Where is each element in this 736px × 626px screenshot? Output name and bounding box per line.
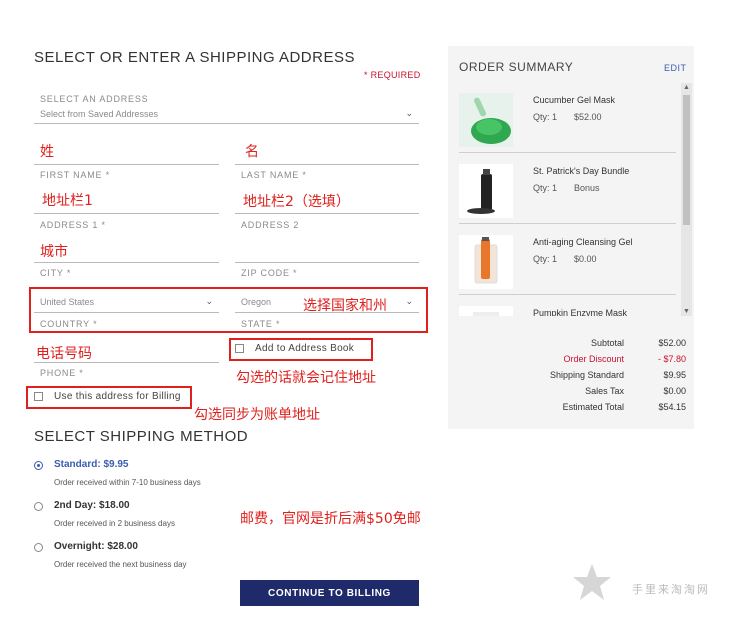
total-value: $52.00 bbox=[658, 338, 686, 348]
shipping-option-name: Overnight: $28.00 bbox=[54, 541, 138, 552]
product-image bbox=[459, 93, 513, 147]
annotation-country-state: 选择国家和州 bbox=[303, 298, 387, 314]
watermark-text: 手里来淘淘网 bbox=[632, 583, 710, 596]
country-select[interactable]: United States ⌄ COUNTRY * bbox=[34, 292, 219, 332]
edit-link[interactable]: EDIT bbox=[664, 63, 687, 73]
annotation-phone: 电话号码 bbox=[36, 346, 92, 362]
order-summary-panel: ORDER SUMMARY EDIT Cucumber Gel Mask Qty… bbox=[448, 46, 694, 429]
shipping-option-2nd-day[interactable]: 2nd Day: $18.00 Order received in 2 busi… bbox=[34, 499, 254, 529]
radio-button[interactable] bbox=[34, 502, 43, 511]
total-label: Sales Tax bbox=[585, 386, 624, 396]
order-summary-title: ORDER SUMMARY bbox=[459, 60, 574, 74]
scrollbar-thumb[interactable] bbox=[683, 95, 690, 225]
phone-label: PHONE * bbox=[40, 368, 84, 378]
last-name-field[interactable]: 名 LAST NAME * bbox=[235, 135, 419, 185]
first-name-field[interactable]: 姓 FIRST NAME * bbox=[34, 135, 219, 185]
city-label: CITY * bbox=[40, 268, 72, 278]
item-name: St. Patrick's Day Bundle bbox=[533, 166, 630, 176]
address1-label: ADDRESS 1 * bbox=[40, 220, 106, 230]
add-to-address-book-checkbox[interactable]: Add to Address Book bbox=[235, 342, 370, 358]
phone-field[interactable]: 电话号码 PHONE * bbox=[34, 340, 219, 384]
annotation-surname: 姓 bbox=[40, 144, 54, 160]
item-price: $52.00 bbox=[574, 112, 602, 122]
address2-field[interactable]: 地址栏2（选填） ADDRESS 2 bbox=[235, 185, 419, 235]
total-value: $0.00 bbox=[663, 386, 686, 396]
shipping-option-desc: Order received the next business day bbox=[54, 560, 187, 569]
shipping-option-desc: Order received within 7-10 business days bbox=[54, 478, 201, 487]
product-image bbox=[459, 306, 513, 316]
shipping-option-name: 2nd Day: $18.00 bbox=[54, 500, 130, 511]
radio-button[interactable] bbox=[34, 543, 43, 552]
annotation-address2: 地址栏2（选填） bbox=[243, 194, 350, 210]
total-label: Shipping Standard bbox=[549, 370, 624, 380]
add-to-book-label: Add to Address Book bbox=[255, 343, 355, 354]
first-name-label: FIRST NAME * bbox=[40, 170, 110, 180]
last-name-label: LAST NAME * bbox=[241, 170, 307, 180]
zip-code-field[interactable]: ZIP CODE * bbox=[235, 235, 419, 283]
shipping-method-title: SELECT SHIPPING METHOD bbox=[34, 428, 249, 445]
required-note: * REQUIRED bbox=[364, 70, 421, 80]
order-items-list[interactable]: Cucumber Gel Mask Qty: 1 $52.00 St. Patr… bbox=[448, 83, 694, 316]
watermark-star-icon bbox=[572, 562, 612, 602]
annotation-remember: 勾选的话就会记住地址 bbox=[236, 370, 376, 386]
address1-field[interactable]: 地址栏1 ADDRESS 1 * bbox=[34, 185, 219, 235]
item-price: Bonus bbox=[574, 183, 600, 193]
total-label: Order Discount bbox=[563, 354, 624, 364]
product-image bbox=[459, 164, 513, 218]
radio-button[interactable] bbox=[34, 461, 43, 470]
country-value: United States bbox=[40, 297, 95, 307]
annotation-billing-sync: 勾选同步为账单地址 bbox=[194, 407, 320, 423]
item-price: $0.00 bbox=[574, 254, 597, 264]
chevron-down-icon: ⌄ bbox=[205, 296, 213, 306]
item-qty: Qty: 1 bbox=[533, 112, 558, 122]
annotation-shipping-fee: 邮费，官网是折后满$50免邮 bbox=[240, 511, 421, 527]
checkbox-box[interactable] bbox=[235, 344, 244, 353]
state-label: STATE * bbox=[241, 319, 281, 329]
address2-label: ADDRESS 2 bbox=[241, 220, 300, 230]
chevron-down-icon: ⌄ bbox=[405, 108, 413, 118]
list-item: St. Patrick's Day Bundle Qty: 1 Bonus bbox=[448, 154, 676, 224]
total-value: $9.95 bbox=[663, 370, 686, 380]
order-totals: Subtotal $52.00 Order Discount - $7.80 S… bbox=[528, 338, 686, 418]
checkbox-box[interactable] bbox=[34, 392, 43, 401]
saved-address-label: SELECT AN ADDRESS bbox=[40, 94, 149, 104]
country-label: COUNTRY * bbox=[40, 319, 98, 329]
list-item: Cucumber Gel Mask Qty: 1 $52.00 bbox=[448, 83, 676, 153]
total-value: - $7.80 bbox=[657, 354, 686, 364]
city-field[interactable]: 城市 CITY * bbox=[34, 235, 219, 283]
shipping-option-desc: Order received in 2 business days bbox=[54, 519, 175, 528]
shipping-option-name: Standard: $9.95 bbox=[54, 459, 129, 470]
annotation-address1: 地址栏1 bbox=[42, 193, 93, 209]
item-name: Anti-aging Cleansing Gel bbox=[533, 237, 633, 247]
saved-address-select[interactable]: SELECT AN ADDRESS Select from Saved Addr… bbox=[34, 94, 419, 124]
scroll-down-icon[interactable]: ▼ bbox=[683, 308, 690, 315]
shipping-address-title: SELECT OR ENTER A SHIPPING ADDRESS bbox=[34, 49, 355, 66]
continue-to-billing-button[interactable]: CONTINUE TO BILLING bbox=[240, 580, 419, 606]
total-label: Subtotal bbox=[590, 338, 624, 348]
scroll-up-icon[interactable]: ▲ bbox=[683, 84, 690, 91]
zip-code-label: ZIP CODE * bbox=[241, 268, 298, 278]
use-for-billing-label: Use this address for Billing bbox=[54, 391, 181, 402]
item-qty: Qty: 1 bbox=[533, 183, 558, 193]
saved-address-value: Select from Saved Addresses bbox=[40, 109, 159, 119]
item-name: Pumpkin Enzyme Mask bbox=[533, 308, 628, 316]
list-item: Anti-aging Cleansing Gel Qty: 1 $0.00 bbox=[448, 225, 676, 295]
product-image bbox=[459, 235, 513, 289]
order-items-scrollbar[interactable]: ▲ ▼ bbox=[681, 83, 692, 316]
annotation-city: 城市 bbox=[40, 244, 68, 260]
annotation-given-name: 名 bbox=[245, 144, 259, 160]
chevron-down-icon: ⌄ bbox=[405, 296, 413, 306]
state-value: Oregon bbox=[241, 297, 272, 307]
total-value: $54.15 bbox=[658, 402, 686, 412]
total-label: Estimated Total bbox=[562, 402, 624, 412]
item-name: Cucumber Gel Mask bbox=[533, 95, 616, 105]
shipping-option-overnight[interactable]: Overnight: $28.00 Order received the nex… bbox=[34, 540, 254, 570]
item-qty: Qty: 1 bbox=[533, 254, 558, 264]
use-for-billing-checkbox[interactable]: Use this address for Billing bbox=[34, 390, 190, 406]
shipping-option-standard[interactable]: Standard: $9.95 Order received within 7-… bbox=[34, 458, 254, 488]
list-item: Pumpkin Enzyme Mask bbox=[448, 296, 676, 316]
